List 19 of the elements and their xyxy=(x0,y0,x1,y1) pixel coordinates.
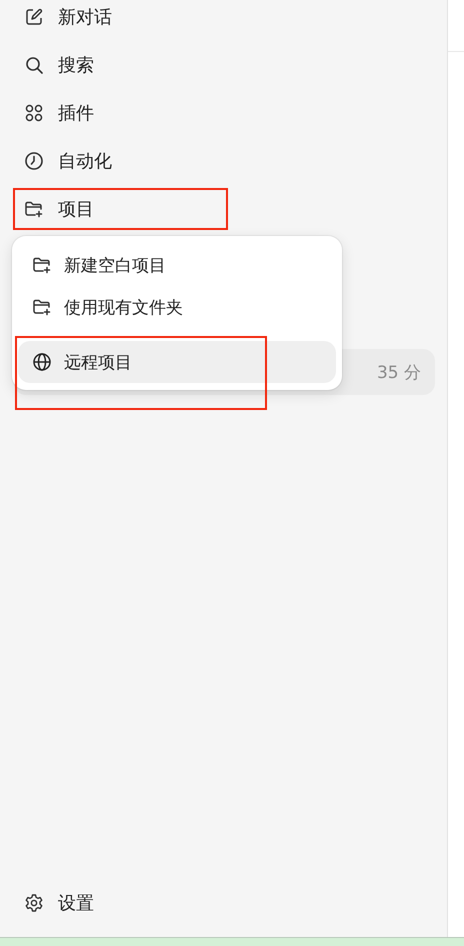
nav-item[interactable]: 插件 xyxy=(0,96,94,130)
nav-item[interactable]: 搜索 xyxy=(0,48,94,82)
compose-icon xyxy=(24,7,44,27)
clock-icon xyxy=(24,151,44,171)
folder-plus-icon xyxy=(32,297,52,317)
folder-plus-icon xyxy=(32,255,52,275)
nav-item[interactable]: 自动化 xyxy=(0,144,112,178)
nav-item[interactable]: 新对话 xyxy=(0,0,112,34)
menu-item[interactable]: 新建空白项目 xyxy=(18,244,336,286)
search-icon xyxy=(24,55,44,75)
menu-item[interactable]: 远程项目 xyxy=(18,341,336,383)
nav-item[interactable]: 项目 xyxy=(0,192,94,226)
time-label: 35 分 xyxy=(376,362,421,384)
settings-icon xyxy=(24,893,44,913)
folder-plus-icon xyxy=(24,199,44,219)
globe-icon xyxy=(32,352,52,372)
menu-item[interactable]: 使用现有文件夹 xyxy=(18,286,336,328)
grid-dots-icon xyxy=(24,103,44,123)
settings-button[interactable]: 设置 xyxy=(0,886,94,920)
